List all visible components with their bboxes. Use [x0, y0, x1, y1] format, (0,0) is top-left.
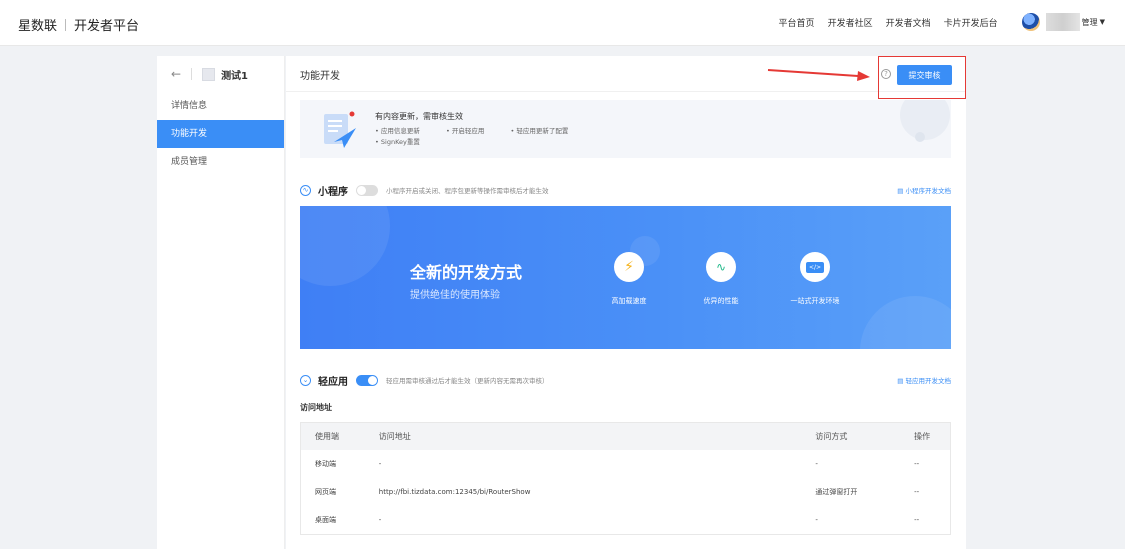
miniprogram-doc-link[interactable]: ▤ 小程序开发文档	[897, 185, 951, 195]
help-icon[interactable]: ?	[881, 69, 891, 79]
table-row: 移动端 - - --	[301, 450, 950, 478]
lightapp-icon: ⌄	[300, 374, 311, 386]
cell: 桌面端	[315, 516, 336, 524]
cell: 通过弹窗打开	[815, 488, 858, 496]
app-name: 测试1	[221, 70, 249, 82]
cell: -	[378, 460, 382, 468]
user-name[interactable]: 管理	[1082, 17, 1098, 28]
table-row: 网页端 http://fbi.tizdata.com:12345/bi/Rout…	[301, 478, 950, 506]
cell-action: --	[914, 516, 920, 524]
nav-developer-docs[interactable]: 开发者文档	[886, 16, 931, 29]
access-address-heading: 访问地址	[300, 403, 332, 412]
sidebar-item-members[interactable]: 成员管理	[157, 148, 284, 176]
sidebar-item-feature-dev[interactable]: 功能开发	[157, 120, 284, 148]
col-header: 访问方式	[815, 432, 848, 441]
nav-platform-home[interactable]: 平台首页	[779, 16, 815, 29]
pulse-icon: ∿	[706, 252, 736, 282]
feature-label: 高加载速度	[611, 297, 647, 305]
user-avatar[interactable]	[1021, 13, 1040, 31]
platform-name: 开发者平台	[74, 19, 140, 34]
decor-dot	[915, 132, 925, 142]
lightapp-title: 轻应用	[318, 376, 348, 388]
decor-circle	[860, 296, 951, 349]
notice-item: • 轻应用更新了配置	[510, 127, 569, 135]
main-panel: 功能开发 ? 提交审核 有内容更新，需审核生效 • 应用信息更新 • 开启轻应用…	[286, 56, 966, 549]
lightapp-doc-link[interactable]: ▤ 轻应用开发文档	[897, 375, 951, 385]
lightapp-toggle[interactable]	[356, 374, 378, 386]
miniprogram-toggle[interactable]	[356, 184, 378, 196]
nav-developer-community[interactable]: 开发者社区	[828, 16, 873, 29]
annotation-arrow-icon	[767, 69, 870, 81]
cell-action: --	[914, 488, 920, 496]
feature-label: 优异的性能	[703, 297, 739, 305]
lightning-icon: ⚡	[614, 252, 644, 282]
notice-title: 有内容更新，需审核生效	[375, 112, 463, 121]
sidebar: ← 测试1 详情信息 功能开发 成员管理	[157, 56, 285, 549]
decor-circle	[900, 100, 950, 140]
access-table: 使用端 访问地址 访问方式 操作 移动端 - - -- 网页端 http://f…	[300, 422, 951, 535]
lightapp-desc: 轻应用需审核通过后才能生效（更新内容无需再次审核）	[386, 377, 549, 385]
banner-subtitle: 提供绝佳的使用体验	[410, 290, 500, 301]
feature-item: ⚡ 高加载速度	[589, 252, 669, 306]
brand-name: 星数联	[18, 19, 58, 34]
sidebar-header: ← 测试1	[157, 56, 284, 92]
app-icon	[202, 67, 216, 81]
col-header: 使用端	[315, 432, 339, 441]
nav-card-dev-console[interactable]: 卡片开发后台	[944, 16, 998, 29]
col-header: 访问地址	[378, 432, 411, 441]
feature-item: ∿ 优异的性能	[681, 252, 761, 306]
top-header: 星数联 开发者平台 平台首页 开发者社区 开发者文档 卡片开发后台 管理 ▼	[0, 0, 1125, 46]
notice-item: • 开启轻应用	[445, 127, 485, 135]
feature-banner: 全新的开发方式 提供绝佳的使用体验 ⚡ 高加载速度 ∿ 优异的性能 </> 一站…	[300, 206, 951, 349]
notice-item: • SignKey重置	[375, 138, 420, 146]
sidebar-item-details[interactable]: 详情信息	[157, 92, 284, 120]
code-icon: </>	[800, 252, 830, 282]
miniprogram-title: 小程序	[318, 186, 348, 198]
notice-item: • 应用信息更新	[375, 127, 420, 135]
update-notice: 有内容更新，需审核生效 • 应用信息更新 • 开启轻应用 • 轻应用更新了配置 …	[300, 100, 951, 158]
chevron-down-icon[interactable]: ▼	[1100, 18, 1105, 26]
top-nav: 平台首页 开发者社区 开发者文档 卡片开发后台 管理 ▼	[766, 13, 1105, 31]
cell: http://fbi.tizdata.com:12345/bi/RouterSh…	[378, 488, 531, 496]
user-name-redacted	[1045, 13, 1080, 31]
col-header: 操作	[914, 432, 931, 441]
main-header: 功能开发 ? 提交审核	[286, 56, 966, 99]
submit-review-button[interactable]: 提交审核	[897, 65, 952, 85]
cell: -	[815, 516, 818, 524]
cell: 网页端	[315, 488, 336, 496]
brand[interactable]: 星数联 开发者平台	[18, 15, 139, 34]
decor-circle	[300, 206, 390, 286]
notice-list: • 应用信息更新 • 开启轻应用 • 轻应用更新了配置 • SignKey重置	[375, 126, 592, 148]
banner-title: 全新的开发方式	[410, 263, 523, 282]
brand-divider	[65, 18, 67, 31]
cell: -	[815, 460, 818, 468]
lightapp-section-header: ⌄ 轻应用 轻应用需审核通过后才能生效（更新内容无需再次审核） ▤ 轻应用开发文…	[300, 372, 951, 388]
miniprogram-desc: 小程序开启或关闭、程序包更新等操作需审核后才能生效	[386, 187, 549, 195]
table-header: 使用端 访问地址 访问方式 操作	[301, 423, 950, 450]
miniprogram-icon: ∿	[300, 184, 311, 196]
feature-item: </> 一站式开发环境	[775, 252, 855, 306]
feature-label: 一站式开发环境	[790, 297, 840, 305]
cell-action: --	[914, 460, 920, 468]
divider	[191, 68, 193, 80]
miniprogram-section-header: ∿ 小程序 小程序开启或关闭、程序包更新等操作需审核后才能生效 ▤ 小程序开发文…	[300, 182, 951, 198]
table-row: 桌面端 - - --	[301, 506, 950, 534]
back-arrow-icon[interactable]: ←	[171, 67, 181, 81]
paper-plane-icon	[324, 111, 356, 148]
cell: -	[378, 516, 382, 524]
page-title: 功能开发	[300, 71, 340, 82]
cell: 移动端	[315, 460, 336, 468]
